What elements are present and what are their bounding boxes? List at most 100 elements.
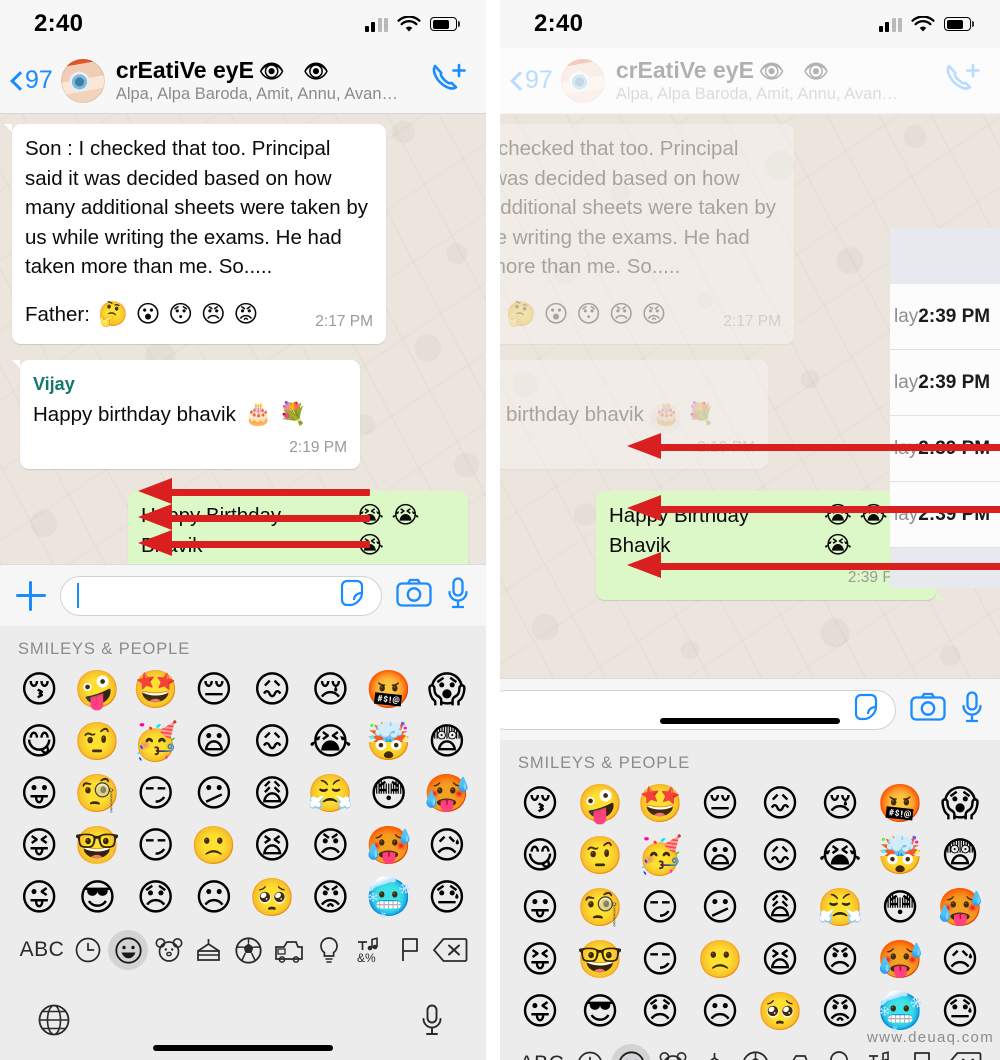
emoji-key[interactable]: 😝 bbox=[510, 933, 570, 985]
smileys-people-icon[interactable] bbox=[611, 1044, 652, 1060]
back-button[interactable]: 97 bbox=[10, 66, 53, 95]
chat-header-text[interactable]: crEatiVe eyE 👁 👁 Alpa, Alpa Baroda, Amit… bbox=[616, 57, 944, 104]
sticker-icon[interactable] bbox=[339, 578, 369, 613]
emoji-key[interactable]: 😢 bbox=[301, 663, 359, 715]
emoji-key[interactable]: 🥵 bbox=[360, 819, 418, 871]
microphone-icon[interactable] bbox=[446, 577, 470, 614]
emoji-key[interactable]: 😨 bbox=[418, 715, 476, 767]
emoji-key[interactable]: 🤨 bbox=[570, 829, 630, 881]
emoji-key[interactable]: 🥵 bbox=[930, 881, 990, 933]
emoji-key[interactable]: 😖 bbox=[243, 715, 301, 767]
food-drink-icon[interactable] bbox=[694, 1044, 734, 1060]
message-list[interactable]: Son : I checked that too. Principal said… bbox=[500, 114, 1000, 678]
emoji-key[interactable]: 😢 bbox=[810, 777, 870, 829]
travel-places-icon[interactable] bbox=[778, 1044, 818, 1060]
message-list[interactable]: Son : I checked that too. Principal said… bbox=[0, 114, 486, 564]
emoji-key[interactable]: 😞 bbox=[630, 985, 690, 1037]
back-button[interactable]: 97 bbox=[510, 66, 553, 95]
emoji-key[interactable]: 😕 bbox=[690, 881, 750, 933]
video-call-add-button[interactable] bbox=[944, 61, 982, 100]
emoji-key[interactable]: 😥 bbox=[418, 819, 476, 871]
emoji-key[interactable]: 😛 bbox=[510, 881, 570, 933]
emoji-key[interactable]: 😋 bbox=[510, 829, 570, 881]
emoji-key[interactable]: 🤪 bbox=[570, 777, 630, 829]
food-drink-icon[interactable] bbox=[189, 930, 229, 970]
camera-icon[interactable] bbox=[910, 692, 946, 727]
emoji-key[interactable]: 😏 bbox=[630, 881, 690, 933]
sticker-icon[interactable] bbox=[853, 692, 883, 727]
emoji-key[interactable]: 😎 bbox=[68, 871, 126, 923]
chat-header-text[interactable]: crEatiVe eyE 👁 👁 Alpa, Alpa Baroda, Amit… bbox=[116, 57, 430, 104]
avatar[interactable] bbox=[60, 58, 105, 103]
dictation-mic-icon[interactable] bbox=[412, 1000, 452, 1040]
emoji-key[interactable]: 🤨 bbox=[68, 715, 126, 767]
emoji-key[interactable]: 😚 bbox=[510, 777, 570, 829]
emoji-key[interactable]: ☹ bbox=[690, 985, 750, 1037]
emoji-key[interactable]: 😜 bbox=[510, 985, 570, 1037]
message-bubble-incoming[interactable]: Son : I checked that too. Principal said… bbox=[4, 124, 386, 344]
emoji-key[interactable]: 🤬 bbox=[870, 777, 930, 829]
emoji-key[interactable]: 😭 bbox=[301, 715, 359, 767]
globe-keyboard-icon[interactable] bbox=[34, 1000, 74, 1040]
attach-plus-button[interactable] bbox=[16, 580, 46, 611]
emoji-key[interactable]: 🥺 bbox=[243, 871, 301, 923]
emoji-key[interactable]: 🙁 bbox=[690, 933, 750, 985]
emoji-key[interactable]: 😏 bbox=[127, 819, 185, 871]
microphone-icon[interactable] bbox=[960, 691, 984, 728]
emoji-key[interactable]: 🤓 bbox=[570, 933, 630, 985]
emoji-key[interactable]: 😔 bbox=[185, 663, 243, 715]
symbols-icon[interactable]: &% bbox=[861, 1044, 901, 1060]
emoji-key[interactable]: 😝 bbox=[10, 819, 68, 871]
message-bubble-incoming[interactable]: Son : I checked that too. Principal said… bbox=[500, 124, 794, 344]
emoji-key[interactable]: 😱 bbox=[930, 777, 990, 829]
animals-nature-icon[interactable] bbox=[149, 930, 189, 970]
flags-icon[interactable] bbox=[390, 930, 430, 970]
emoji-key[interactable]: 😠 bbox=[810, 933, 870, 985]
emoji-key[interactable]: 🥵 bbox=[418, 767, 476, 819]
emoji-key[interactable]: 😏 bbox=[127, 767, 185, 819]
emoji-key[interactable]: 🤪 bbox=[68, 663, 126, 715]
animals-nature-icon[interactable] bbox=[653, 1044, 693, 1060]
emoji-key[interactable]: 🤩 bbox=[630, 777, 690, 829]
emoji-key[interactable]: 😡 bbox=[301, 871, 359, 923]
emoji-key[interactable]: 🥶 bbox=[360, 871, 418, 923]
symbols-icon[interactable]: &% bbox=[350, 930, 390, 970]
emoji-key[interactable]: 😱 bbox=[418, 663, 476, 715]
emoji-key[interactable]: 😤 bbox=[301, 767, 359, 819]
message-bubble-incoming[interactable]: Vijay Happy birthday bhavik 🎂 💐 2:19 PM bbox=[12, 359, 360, 469]
emoji-key[interactable]: 🥺 bbox=[750, 985, 810, 1037]
emoji-key[interactable]: 😫 bbox=[243, 819, 301, 871]
emoji-key[interactable]: 🤓 bbox=[68, 819, 126, 871]
emoji-key[interactable]: 🧐 bbox=[570, 881, 630, 933]
emoji-key[interactable]: 😏 bbox=[630, 933, 690, 985]
message-bubble-outgoing[interactable]: Happy Birthday Bhavik 😭 😭 😭 2:39 PM ✓ bbox=[596, 491, 944, 600]
emoji-key[interactable]: 😔 bbox=[690, 777, 750, 829]
flags-icon[interactable] bbox=[902, 1044, 942, 1060]
emoji-key[interactable]: 😠 bbox=[301, 819, 359, 871]
abc-key[interactable]: ABC bbox=[516, 1044, 568, 1060]
emoji-key[interactable]: 😩 bbox=[243, 767, 301, 819]
backspace-icon[interactable] bbox=[430, 930, 470, 970]
abc-key[interactable]: ABC bbox=[16, 930, 68, 970]
emoji-key[interactable]: 🥵 bbox=[870, 933, 930, 985]
objects-icon[interactable] bbox=[819, 1044, 859, 1060]
activity-icon[interactable] bbox=[736, 1044, 776, 1060]
emoji-key[interactable]: 🤯 bbox=[870, 829, 930, 881]
recent-clock-icon[interactable] bbox=[68, 930, 108, 970]
emoji-key[interactable]: 😕 bbox=[185, 767, 243, 819]
emoji-key[interactable]: 😫 bbox=[750, 933, 810, 985]
emoji-key[interactable]: 😨 bbox=[930, 829, 990, 881]
emoji-key[interactable]: 🥳 bbox=[630, 829, 690, 881]
emoji-key[interactable]: 😖 bbox=[750, 829, 810, 881]
emoji-key[interactable]: 😥 bbox=[930, 933, 990, 985]
emoji-key[interactable]: 😚 bbox=[10, 663, 68, 715]
emoji-key[interactable]: 😩 bbox=[750, 881, 810, 933]
emoji-category-bar[interactable]: ABC &% bbox=[0, 923, 486, 977]
emoji-key[interactable]: 😖 bbox=[750, 777, 810, 829]
emoji-key[interactable]: 😛 bbox=[10, 767, 68, 819]
activity-icon[interactable] bbox=[229, 930, 269, 970]
emoji-key[interactable]: 🤬 bbox=[360, 663, 418, 715]
emoji-key[interactable]: ☹ bbox=[185, 871, 243, 923]
emoji-key[interactable]: 😜 bbox=[10, 871, 68, 923]
avatar[interactable] bbox=[560, 58, 605, 103]
